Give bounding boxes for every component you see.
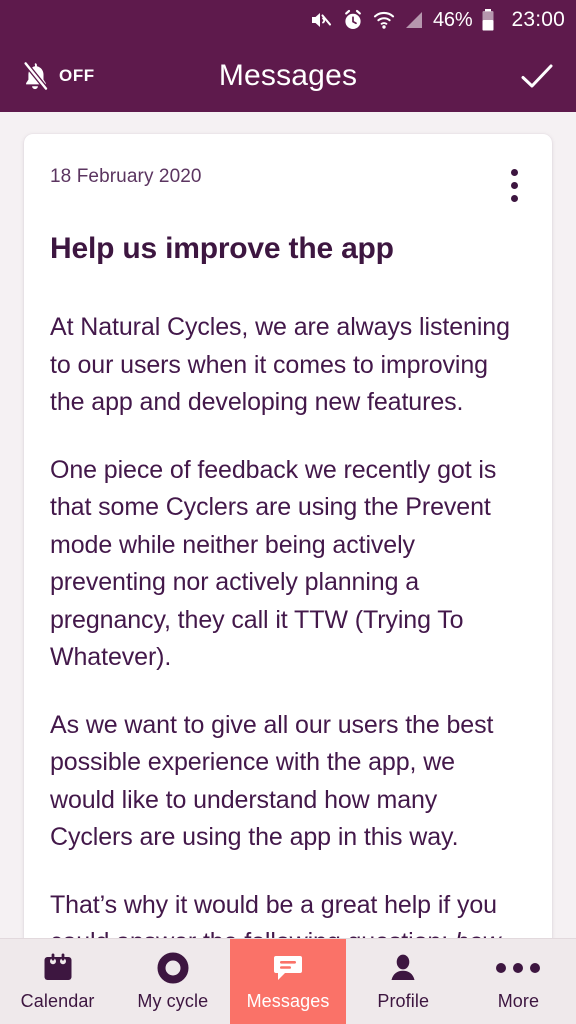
- nav-label: Calendar: [20, 990, 95, 1011]
- more-vertical-icon-dot: [511, 169, 518, 176]
- wifi-icon: [373, 11, 395, 29]
- check-icon: [521, 64, 553, 88]
- nav-item-profile[interactable]: Profile: [346, 939, 461, 1024]
- cellular-signal-icon: [406, 12, 422, 28]
- calendar-icon: [41, 952, 75, 984]
- message-paragraph: As we want to give all our users the bes…: [50, 710, 494, 852]
- message-paragraph: One piece of feedback we recently got is…: [50, 455, 497, 672]
- status-bar-icons: 46% 23:00: [309, 8, 565, 32]
- notifications-toggle[interactable]: OFF: [20, 60, 95, 92]
- confirm-button[interactable]: [520, 61, 554, 91]
- more-horizontal-icon-dot: [513, 962, 524, 973]
- message-card-header: 18 February 2020: [50, 164, 526, 207]
- volume-mute-icon: [312, 13, 332, 27]
- battery-icon: [482, 9, 494, 31]
- app-bar: OFF Messages: [0, 40, 576, 112]
- chat-bubble-icon: [271, 952, 305, 984]
- nav-label: Profile: [377, 990, 430, 1011]
- nav-item-more[interactable]: More: [461, 939, 576, 1024]
- more-horizontal-icon: [496, 952, 541, 984]
- message-card: 18 February 2020 Help us improve the app…: [24, 134, 552, 938]
- nav-item-messages[interactable]: Messages: [230, 939, 346, 1024]
- more-horizontal-icon-dot: [530, 962, 541, 973]
- message-date: 18 February 2020: [50, 166, 202, 187]
- nav-item-calendar[interactable]: Calendar: [0, 939, 115, 1024]
- closing-lead-text: That’s why it would be a great help if y…: [50, 890, 497, 939]
- nav-label: More: [497, 990, 540, 1011]
- alarm-clock-icon: [345, 9, 361, 29]
- message-title: Help us improve the app: [50, 232, 394, 265]
- message-scroll-area[interactable]: 18 February 2020 Help us improve the app…: [0, 112, 576, 938]
- bell-off-icon: [23, 60, 49, 92]
- nav-item-my-cycle[interactable]: My cycle: [115, 939, 230, 1024]
- person-icon: [387, 952, 419, 984]
- status-bar: 46% 23:00: [0, 0, 576, 40]
- bottom-navigation: Calendar My cycle Messages Profile More: [0, 938, 576, 1024]
- battery-percent-label: 46%: [433, 8, 473, 31]
- app-screen: 46% 23:00 OFF Messages 18 February 2020 …: [0, 0, 576, 1024]
- message-options-button[interactable]: [503, 164, 526, 207]
- nav-label: My cycle: [137, 990, 209, 1011]
- more-vertical-icon-dot: [511, 182, 518, 189]
- message-paragraph: At Natural Cycles, we are always listeni…: [50, 313, 510, 416]
- nav-label: Messages: [246, 990, 330, 1011]
- more-horizontal-icon-dot: [496, 962, 507, 973]
- clock-label: 23:00: [511, 8, 565, 31]
- ring-icon: [157, 952, 189, 984]
- message-paragraph-closing: That’s why it would be a great help if y…: [50, 887, 526, 939]
- notifications-state-label: OFF: [59, 66, 95, 85]
- more-vertical-icon-dot: [511, 195, 518, 202]
